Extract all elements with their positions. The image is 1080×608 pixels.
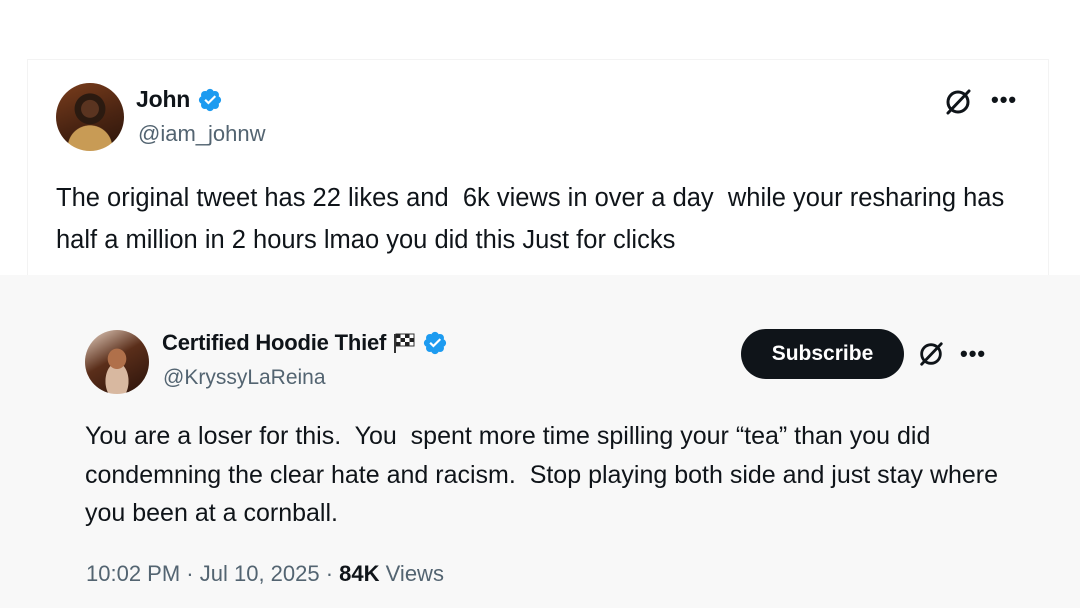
tweet-time[interactable]: 10:02 PM <box>86 561 180 586</box>
tweet-date[interactable]: Jul 10, 2025 <box>200 561 320 586</box>
verified-badge-icon <box>199 88 222 111</box>
views-count: 84K <box>339 561 380 586</box>
author-name-row: Certified Hoodie Thief <box>162 330 448 356</box>
author-handle[interactable]: @iam_johnw <box>138 121 266 147</box>
tweet-meta: 10:02 PM · Jul 10, 2025 · 84K Views <box>86 561 444 586</box>
tweet-text: The original tweet has 22 likes and 6k v… <box>56 184 1012 254</box>
author-name-row: John <box>136 86 223 113</box>
author-name[interactable]: John <box>136 86 190 113</box>
more-options-icon[interactable]: ••• <box>991 89 1017 111</box>
author-name[interactable]: Certified Hoodie Thief <box>162 330 386 356</box>
quoted-tweet-card: Certified Hoodie Thief @KryssyLaReina Su… <box>0 275 1080 608</box>
reply-tweet-card: John @iam_johnw ••• The original tweet h… <box>28 60 1048 275</box>
tweet-text: You are a loser for this. You spent more… <box>85 422 1005 527</box>
grok-icon[interactable] <box>943 87 973 117</box>
subscribe-button[interactable]: Subscribe <box>741 329 904 379</box>
author-handle[interactable]: @KryssyLaReina <box>163 366 326 390</box>
avatar[interactable] <box>85 330 149 394</box>
checkered-flag-icon <box>394 333 415 353</box>
verified-badge-icon <box>424 331 447 355</box>
grok-icon[interactable] <box>917 340 945 368</box>
more-options-icon[interactable]: ••• <box>960 343 986 365</box>
views-label: Views <box>385 561 444 586</box>
avatar[interactable] <box>56 83 124 151</box>
